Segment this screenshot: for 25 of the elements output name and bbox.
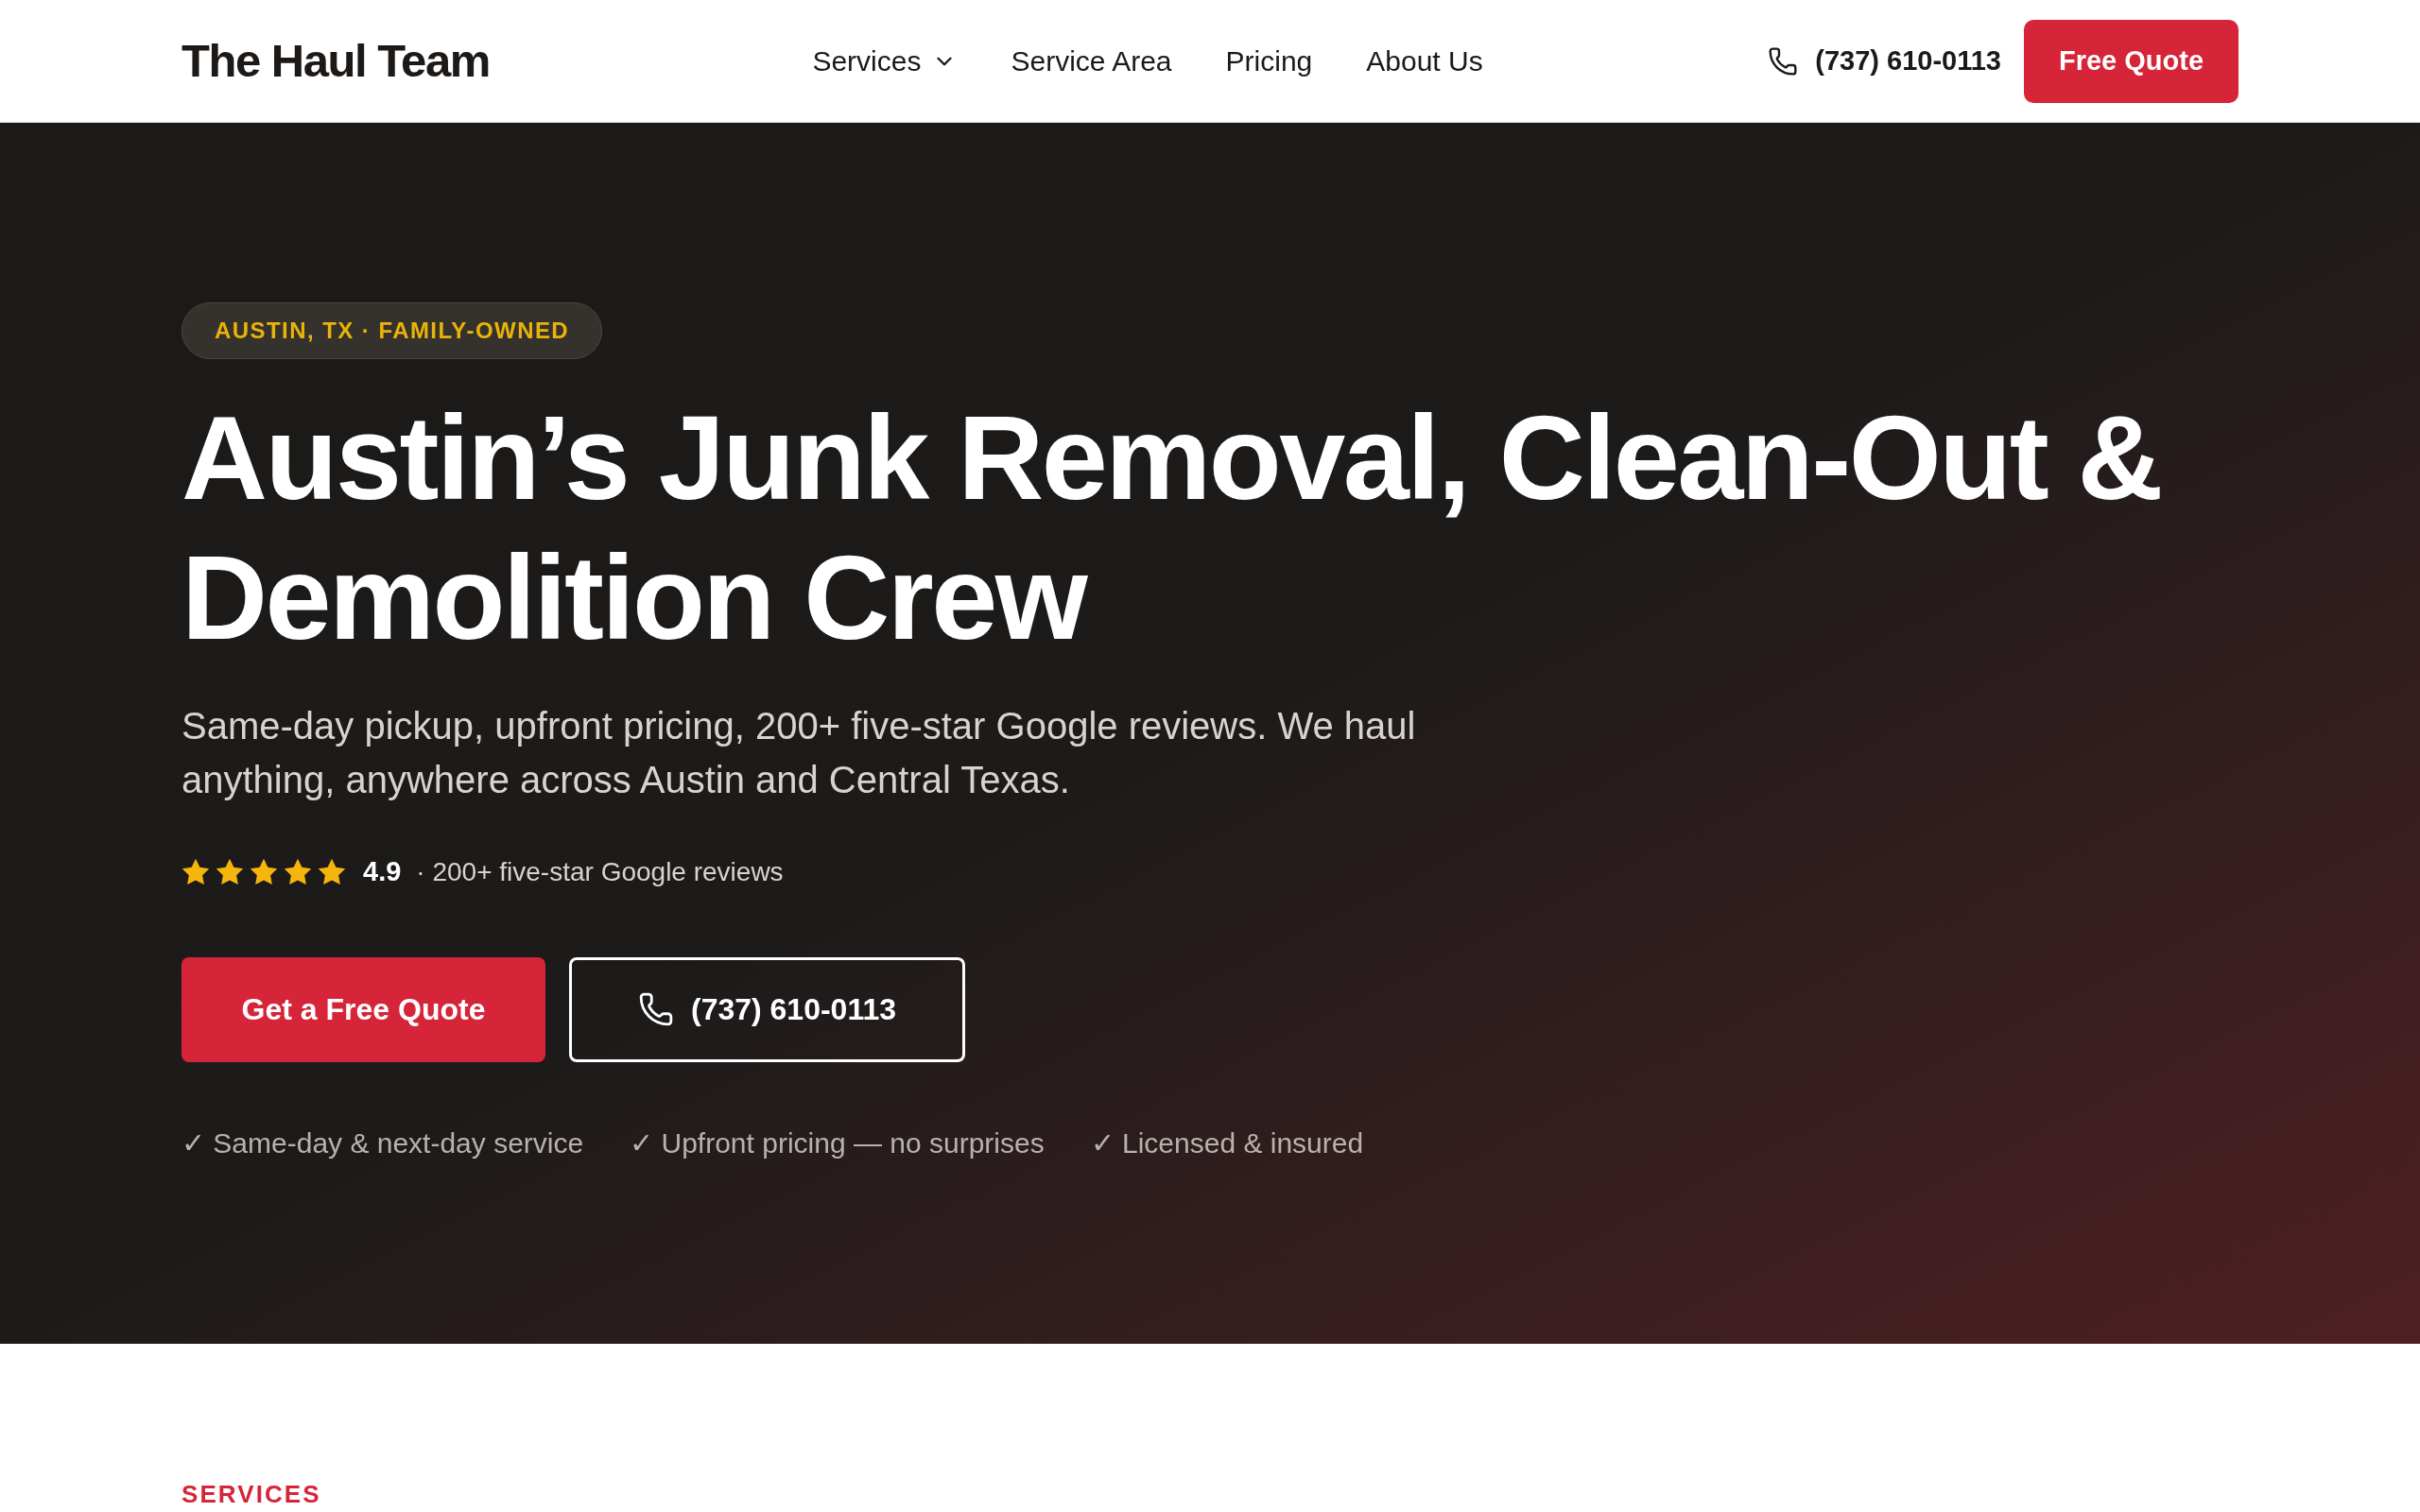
star-icon xyxy=(284,858,312,886)
star-icon xyxy=(182,858,210,886)
quote-button[interactable]: Get a Free Quote xyxy=(182,956,545,1062)
star-icon xyxy=(216,858,244,886)
phone-link[interactable]: (737) 610-0113 xyxy=(1768,40,2001,82)
phone-icon xyxy=(637,991,674,1027)
nav-link[interactable]: Pricing xyxy=(1225,40,1313,82)
highlight-item: ✓ Same-day & next-day service xyxy=(182,1125,584,1160)
star-icon xyxy=(318,858,346,886)
review-count: · 200+ five-star Google reviews xyxy=(416,855,784,888)
site-logo[interactable]: The Haul Team xyxy=(182,26,490,96)
free-quote-button[interactable]: Free Quote xyxy=(2024,19,2238,103)
location-tag: AUSTIN, TX · FAMILY-OWNED xyxy=(182,302,603,359)
nav-link[interactable]: Service Area xyxy=(1011,40,1172,82)
nav-link[interactable]: About Us xyxy=(1366,40,1483,82)
hero-heading: Austin’s Junk Removal, Clean-Out & Demolition Crew xyxy=(182,390,2163,666)
call-button[interactable]: (737) 610-0113 xyxy=(569,956,965,1062)
rating-score: 4.9 xyxy=(363,855,402,888)
highlight-item: ✓ Licensed & insured xyxy=(1090,1125,1364,1160)
highlight-item: ✓ Upfront pricing — no surprises xyxy=(630,1125,1045,1160)
section-eyebrow: SERVICES xyxy=(182,1480,321,1508)
hero-description: Same-day pickup, upfront pricing, 200+ five-star Google reviews. We haul anything, anywhere across Austin and Central Texas. xyxy=(182,704,1417,802)
phone-icon xyxy=(1768,45,1799,77)
nav-dropdown[interactable]: Services xyxy=(812,40,958,82)
star-icon xyxy=(250,858,278,886)
